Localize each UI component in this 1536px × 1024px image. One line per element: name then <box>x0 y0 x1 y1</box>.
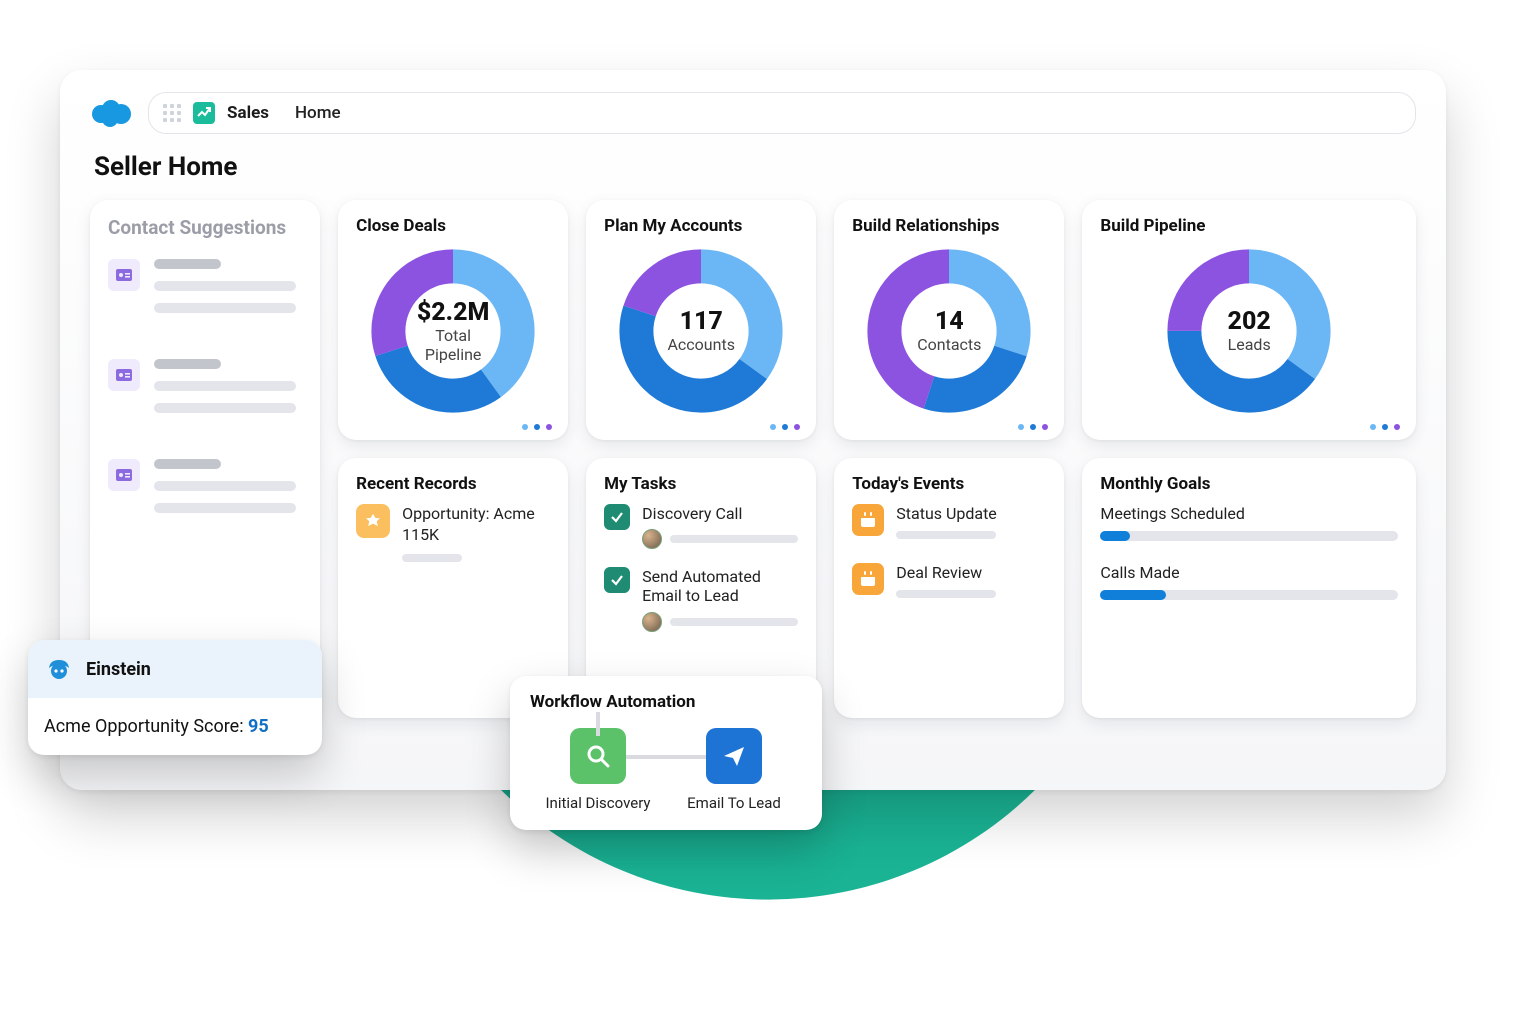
checkbox-checked-icon[interactable] <box>604 567 630 593</box>
donut-title: Plan My Accounts <box>604 216 798 236</box>
my-tasks-title: My Tasks <box>604 474 798 494</box>
sales-app-icon <box>193 102 215 124</box>
goal-item: Meetings Scheduled <box>1100 504 1398 541</box>
contact-icon <box>108 259 140 291</box>
card-plan-my-accounts[interactable]: Plan My Accounts117Accounts <box>586 200 816 440</box>
calendar-icon <box>852 504 884 536</box>
card-monthly-goals: Monthly Goals Meetings Scheduled Calls M… <box>1082 458 1416 718</box>
suggestion-row[interactable] <box>108 459 302 525</box>
suggestion-row[interactable] <box>108 359 302 425</box>
opportunity-icon <box>356 504 390 538</box>
contact-icon <box>108 359 140 391</box>
contact-suggestions-title: Contact Suggestions <box>108 216 302 239</box>
workflow-step-label: Email To Lead <box>687 794 781 812</box>
suggestion-row[interactable] <box>108 259 302 325</box>
task-name: Send Automated Email to Lead <box>642 567 798 605</box>
card-todays-events: Today's Events Status Update Deal Review <box>834 458 1064 718</box>
recent-record-text: Opportunity: Acme 115K <box>402 504 550 546</box>
task-name: Discovery Call <box>642 504 798 523</box>
workflow-step-label: Initial Discovery <box>545 794 650 812</box>
donut-title: Close Deals <box>356 216 550 236</box>
search-icon <box>570 728 626 784</box>
nav-app-name[interactable]: Sales <box>227 103 269 123</box>
recent-record-item[interactable]: Opportunity: Acme 115K <box>356 504 550 562</box>
task-item[interactable]: Discovery Call <box>604 504 798 549</box>
contact-icon <box>108 459 140 491</box>
card-close-deals[interactable]: Close Deals$2.2MTotalPipeline <box>338 200 568 440</box>
nav-bar: Sales Home <box>148 92 1416 134</box>
event-text: Deal Review <box>896 563 996 582</box>
salesforce-logo-icon <box>90 98 132 128</box>
topbar: Sales Home <box>90 92 1416 134</box>
page-title: Seller Home <box>94 152 1416 182</box>
pager-dots[interactable] <box>522 424 552 430</box>
einstein-body: Acme Opportunity Score: 95 <box>28 698 322 755</box>
calendar-icon <box>852 563 884 595</box>
goal-label: Meetings Scheduled <box>1100 504 1398 523</box>
nav-tab-home[interactable]: Home <box>295 103 341 123</box>
todays-events-title: Today's Events <box>852 474 1046 494</box>
workflow-title: Workflow Automation <box>530 692 802 712</box>
event-item[interactable]: Deal Review <box>852 563 1046 598</box>
card-build-relationships[interactable]: Build Relationships14Contacts <box>834 200 1064 440</box>
goal-item: Calls Made <box>1100 563 1398 600</box>
event-item[interactable]: Status Update <box>852 504 1046 539</box>
donut-title: Build Relationships <box>852 216 1046 236</box>
checkbox-checked-icon[interactable] <box>604 504 630 530</box>
goal-label: Calls Made <box>1100 563 1398 582</box>
avatar <box>642 612 662 632</box>
task-item[interactable]: Send Automated Email to Lead <box>604 567 798 631</box>
card-build-pipeline[interactable]: Build Pipeline202Leads <box>1082 200 1416 440</box>
workflow-step-email-to-lead[interactable]: Email To Lead <box>666 728 802 812</box>
monthly-goals-title: Monthly Goals <box>1100 474 1398 494</box>
send-icon <box>706 728 762 784</box>
workflow-popover[interactable]: Workflow Automation Initial Discovery Em… <box>510 676 822 830</box>
einstein-popover[interactable]: Einstein Acme Opportunity Score: 95 <box>28 640 322 755</box>
einstein-icon <box>44 654 74 684</box>
avatar <box>642 529 662 549</box>
workflow-step-initial-discovery[interactable]: Initial Discovery <box>530 728 666 812</box>
einstein-score: 95 <box>248 716 269 737</box>
app-launcher-icon[interactable] <box>163 104 181 122</box>
donut-title: Build Pipeline <box>1100 216 1398 236</box>
pager-dots[interactable] <box>1370 424 1400 430</box>
einstein-title: Einstein <box>86 659 151 680</box>
recent-records-title: Recent Records <box>356 474 550 494</box>
pager-dots[interactable] <box>770 424 800 430</box>
pager-dots[interactable] <box>1018 424 1048 430</box>
event-text: Status Update <box>896 504 997 523</box>
